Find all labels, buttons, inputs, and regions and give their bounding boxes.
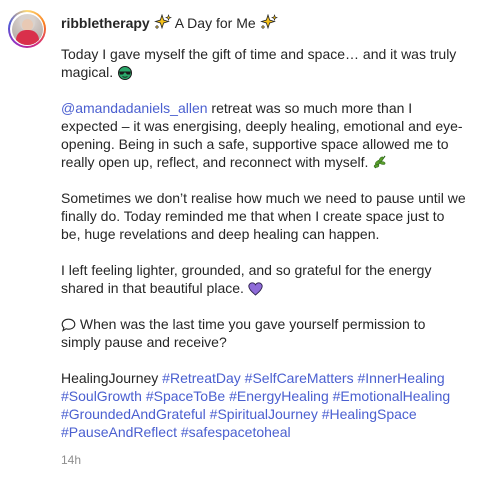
- mention-link[interactable]: @amandadaniels_allen: [61, 100, 208, 116]
- hashtag-link[interactable]: #HealingSpace: [322, 406, 417, 422]
- hashtag-link[interactable]: #SpaceToBe: [146, 388, 225, 404]
- caption-text: Today I gave myself the gift of time and…: [61, 45, 466, 441]
- sparkles-icon: [153, 14, 172, 30]
- caption-header: ribbletherapy A Day for Me: [61, 13, 466, 33]
- caption-paragraph-2: @amandadaniels_allen retreat was so much…: [61, 100, 463, 170]
- hashtag-link[interactable]: #SoulGrowth: [61, 388, 142, 404]
- sparkles-icon: [259, 14, 278, 30]
- hashtag-link[interactable]: #RetreatDay: [162, 370, 241, 386]
- speech-bubble-icon: [61, 318, 76, 332]
- caption-paragraph-4: I left feeling lighter, grounded, and so…: [61, 262, 432, 296]
- hashtag-paragraph: HealingJourney #RetreatDay #SelfCareMatt…: [61, 370, 451, 440]
- username-link[interactable]: ribbletherapy: [61, 15, 150, 31]
- hashtag-link[interactable]: #PauseAndReflect: [61, 424, 177, 440]
- caption-content: ribbletherapy A Day for Me Today I gave …: [61, 13, 466, 467]
- caption-paragraph-1: Today I gave myself the gift of time and…: [61, 46, 457, 80]
- post-timestamp[interactable]: 14h: [61, 453, 466, 467]
- purple-heart-emoji-icon: [248, 282, 263, 296]
- hashtag-link[interactable]: #EnergyHealing: [229, 388, 329, 404]
- post-caption: ribbletherapy A Day for Me Today I gave …: [0, 0, 477, 492]
- hashtag-link[interactable]: #GroundedAndGrateful: [61, 406, 206, 422]
- caption-paragraph-3: Sometimes we don’t realise how much we n…: [61, 190, 466, 242]
- post-title: A Day for Me: [174, 15, 256, 31]
- hashtag-link[interactable]: #SpiritualJourney: [210, 406, 318, 422]
- sunglasses-emoji-icon: [118, 66, 133, 80]
- hashtag-link[interactable]: #SelfCareMatters: [245, 370, 354, 386]
- herb-emoji-icon: [374, 155, 386, 169]
- avatar[interactable]: [8, 10, 46, 48]
- hashtag-link[interactable]: #InnerHealing: [357, 370, 444, 386]
- profile-photo: [11, 13, 43, 45]
- hashtag-link[interactable]: #EmotionalHealing: [333, 388, 451, 404]
- hashtag-link[interactable]: #safespacetoheal: [181, 424, 291, 440]
- caption-paragraph-5: When was the last time you gave yourself…: [61, 316, 426, 350]
